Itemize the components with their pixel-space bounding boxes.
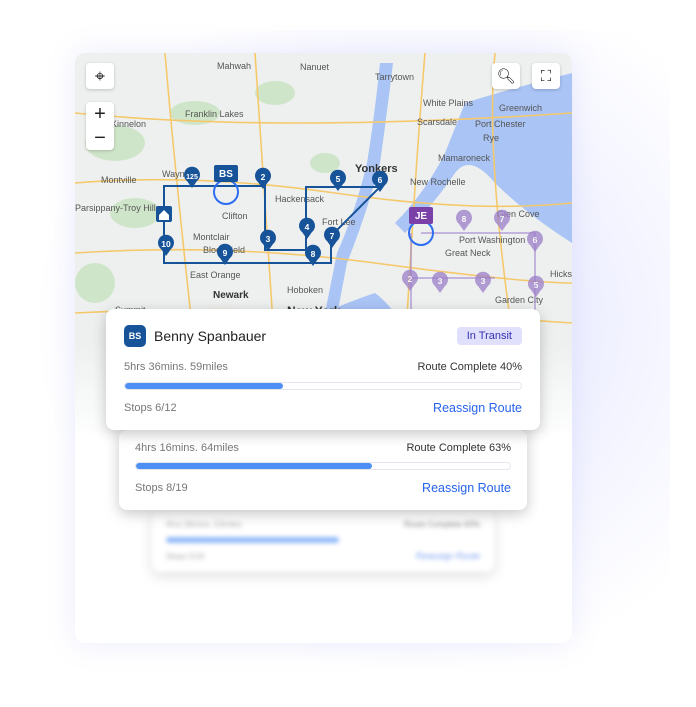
svg-text:5: 5 [336, 174, 341, 184]
crosshair-icon: ⌖ [94, 65, 106, 86]
svg-text:3: 3 [481, 276, 486, 286]
route-complete: Route Complete 40% [417, 361, 522, 373]
svg-text:Fort Lee: Fort Lee [322, 217, 356, 227]
svg-text:7: 7 [330, 231, 335, 241]
svg-text:Mamaroneck: Mamaroneck [438, 153, 491, 163]
svg-text:125: 125 [186, 174, 198, 181]
progress-bar [124, 382, 522, 390]
svg-text:8: 8 [311, 249, 316, 259]
home-icon[interactable] [156, 206, 172, 222]
svg-text:Scarsdale: Scarsdale [417, 117, 457, 127]
reassign-route-link[interactable]: Reassign Route [433, 401, 522, 415]
stops-count: Stops 5/19 [166, 551, 205, 561]
svg-text:Port Washington: Port Washington [459, 235, 525, 245]
svg-text:Mahwah: Mahwah [217, 61, 251, 71]
svg-text:Hackensack: Hackensack [275, 194, 325, 204]
svg-text:Port Chester: Port Chester [475, 119, 526, 129]
svg-text:Franklin Lakes: Franklin Lakes [185, 109, 244, 119]
svg-text:JE: JE [415, 211, 428, 222]
svg-text:New Rochelle: New Rochelle [410, 177, 466, 187]
svg-text:Hoboken: Hoboken [287, 285, 323, 295]
svg-text:East Orange: East Orange [190, 270, 241, 280]
svg-text:Clifton: Clifton [222, 211, 248, 221]
svg-text:Tarrytown: Tarrytown [375, 72, 414, 82]
search-zoom-button[interactable]: 🔍︎ [492, 63, 520, 89]
zoom-in-button[interactable]: + [86, 102, 114, 126]
driver-name: Benny Spanbauer [154, 328, 267, 344]
route-card[interactable]: 4hrs 16mins. 64miles Route Complete 63% … [119, 430, 527, 510]
route-duration: 5hrs 36mins. 59miles [124, 361, 228, 373]
route-card[interactable]: BS Benny Spanbauer In Transit 5hrs 36min… [106, 309, 540, 430]
driver-marker-je[interactable]: JE [409, 207, 433, 224]
fullscreen-icon: ⛶ [540, 67, 552, 85]
svg-text:Montclair: Montclair [193, 232, 230, 242]
route-duration: 4hrs 16mins. 64miles [135, 442, 239, 454]
progress-bar [166, 537, 480, 543]
svg-text:6: 6 [533, 235, 538, 245]
svg-text:Great Neck: Great Neck [445, 248, 491, 258]
driver-marker-bs[interactable]: BS [214, 165, 238, 182]
route-duration: 4hrs 36mins. 53miles [166, 520, 242, 529]
svg-text:Kinnelon: Kinnelon [111, 119, 146, 129]
svg-text:6: 6 [378, 175, 383, 185]
svg-text:BS: BS [219, 169, 233, 180]
route-card[interactable]: 4hrs 36mins. 53miles Route Complete 63% … [152, 510, 494, 572]
reassign-route-link[interactable]: Reassign Route [416, 551, 480, 561]
svg-text:Nanuet: Nanuet [300, 62, 330, 72]
route-complete: Route Complete 63% [406, 442, 511, 454]
svg-text:5: 5 [534, 280, 539, 290]
zoom-controls: + − [86, 102, 114, 150]
reassign-route-link[interactable]: Reassign Route [422, 481, 511, 495]
zoom-out-button[interactable]: − [86, 126, 114, 150]
svg-text:7: 7 [500, 214, 505, 224]
svg-text:10: 10 [161, 239, 171, 249]
svg-text:Newark: Newark [213, 290, 249, 301]
svg-text:8: 8 [462, 214, 467, 224]
svg-text:2: 2 [261, 172, 266, 182]
svg-text:9: 9 [223, 248, 228, 258]
svg-text:2: 2 [408, 274, 413, 284]
svg-text:Parsippany-Troy Hills: Parsippany-Troy Hills [75, 203, 161, 213]
progress-bar [135, 462, 511, 470]
zoom-out-icon: 🔍︎ [496, 68, 516, 85]
status-badge: In Transit [456, 327, 522, 345]
avatar: BS [124, 325, 146, 347]
svg-text:Montville: Montville [101, 175, 137, 185]
locate-button[interactable]: ⌖ [86, 63, 114, 89]
route-complete: Route Complete 63% [403, 520, 480, 529]
fullscreen-button[interactable]: ⛶ [532, 63, 560, 89]
svg-text:Greenwich: Greenwich [499, 103, 542, 113]
svg-text:4: 4 [305, 222, 310, 232]
svg-text:Hicksville: Hicksville [550, 269, 572, 279]
svg-text:3: 3 [266, 234, 271, 244]
stops-count: Stops 6/12 [124, 402, 177, 414]
svg-text:3: 3 [438, 276, 443, 286]
stops-count: Stops 8/19 [135, 482, 188, 494]
svg-text:White Plains: White Plains [423, 98, 474, 108]
svg-text:Rye: Rye [483, 133, 499, 143]
